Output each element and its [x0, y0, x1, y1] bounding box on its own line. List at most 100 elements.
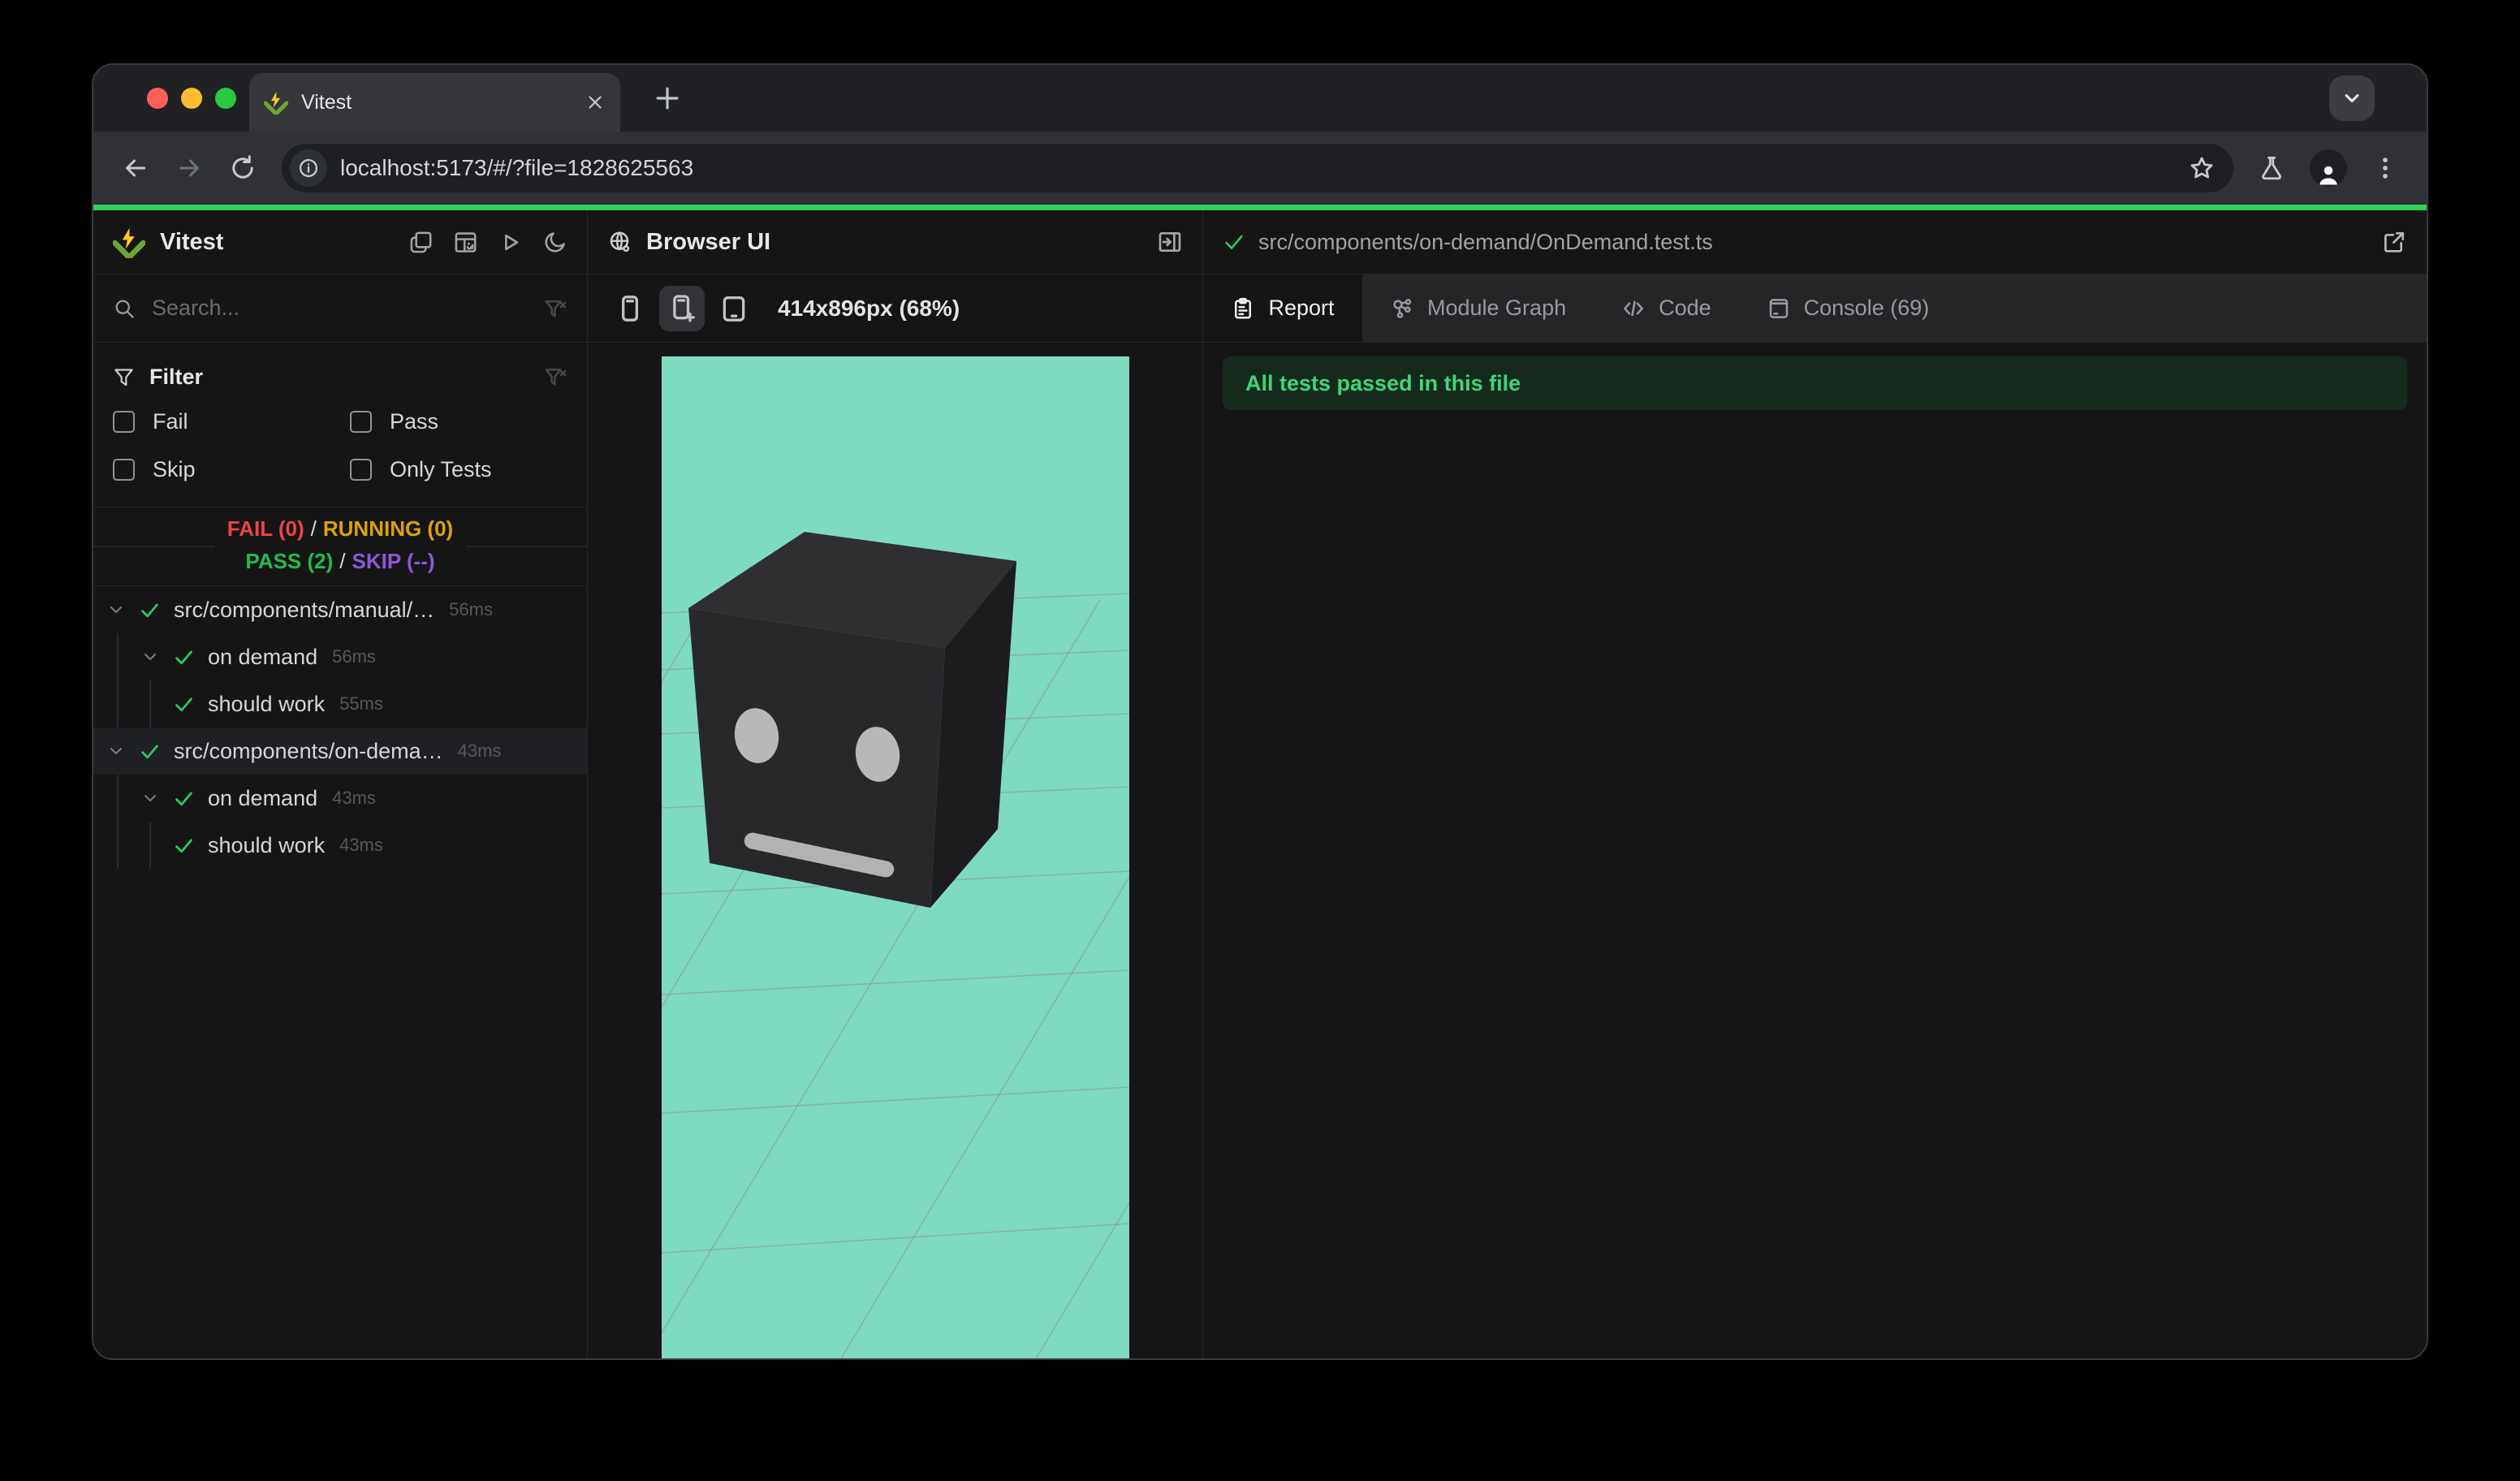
tab-code[interactable]: Code: [1594, 274, 1739, 342]
tablet-icon: [723, 296, 745, 322]
chevron-down-icon[interactable]: [106, 600, 126, 620]
external-link-icon[interactable]: [2381, 229, 2407, 255]
vitest-ui: Vitest F: [93, 210, 2427, 1358]
close-window-button[interactable]: [147, 88, 168, 109]
browser-window: Vitest localhost:5173/#/?file=1828625563: [92, 63, 2428, 1360]
duration: 55ms: [339, 693, 383, 714]
checkbox-pass[interactable]: [350, 411, 372, 433]
browser-ui-panel: Browser UI 414x896px (68%): [588, 210, 1203, 1358]
duration: 56ms: [332, 646, 376, 667]
test-file-row[interactable]: src/components/manual/… 56ms: [93, 586, 587, 633]
device-phone-button[interactable]: [607, 286, 653, 331]
all-passed-banner: All tests passed in this file: [1223, 356, 2407, 410]
minimize-window-button[interactable]: [181, 88, 202, 109]
window-controls: [147, 88, 236, 109]
chevron-down-icon[interactable]: [140, 788, 160, 808]
forward-button[interactable]: [175, 153, 204, 183]
filter-option-skip[interactable]: Skip: [113, 457, 350, 482]
checkbox-fail[interactable]: [113, 411, 135, 433]
module-graph-icon: [1393, 298, 1412, 318]
search-row: [93, 274, 587, 343]
robot-cube: [688, 532, 1016, 908]
test-summary-lines: FAIL (0) / RUNNING (0) PASS (2) / SKIP (--): [214, 512, 467, 577]
3d-robot-scene: [661, 532, 1129, 1358]
flask-icon[interactable]: [2258, 154, 2285, 182]
test-file-row-selected[interactable]: src/components/on-dema… 43ms: [93, 728, 587, 775]
site-info-button[interactable]: [290, 149, 327, 187]
filter-title-row: Filter: [113, 359, 567, 395]
code-icon: [1624, 300, 1643, 316]
duration: 56ms: [449, 599, 493, 620]
tab-search-button[interactable]: [2329, 76, 2375, 121]
summary-line-1: FAIL (0) / RUNNING (0): [227, 516, 454, 541]
tab-title: Vitest: [301, 90, 352, 114]
tested-app-viewport[interactable]: [661, 356, 1129, 1358]
pass-check-icon: [141, 744, 158, 758]
browser-tab-vitest[interactable]: Vitest: [249, 73, 620, 132]
dashboard-icon[interactable]: [453, 230, 478, 255]
close-tab-icon[interactable]: [585, 92, 606, 113]
fail-count: FAIL (0): [227, 516, 304, 541]
reload-button[interactable]: [228, 153, 257, 183]
summary-line-2: PASS (2) / SKIP (--): [245, 549, 435, 573]
funnel-icon: [114, 368, 133, 386]
app-title: Vitest: [160, 228, 224, 255]
report-header: src/components/on-demand/OnDemand.test.t…: [1203, 210, 2427, 274]
filter-option-fail[interactable]: Fail: [113, 409, 350, 434]
chevron-down-icon[interactable]: [106, 741, 126, 761]
sidebar-actions: [408, 230, 567, 255]
vitest-logo: [113, 226, 145, 258]
pass-check-icon: [175, 791, 192, 805]
test-suite-row[interactable]: on demand 56ms: [93, 633, 587, 680]
address-bar[interactable]: localhost:5173/#/?file=1828625563: [282, 144, 2233, 192]
run-all-icon[interactable]: [498, 230, 523, 255]
chevron-down-icon[interactable]: [140, 647, 160, 667]
browser-ui-title: Browser UI: [646, 228, 771, 255]
duration: 43ms: [332, 788, 376, 808]
vitest-favicon: [264, 90, 288, 114]
checkbox-skip[interactable]: [113, 459, 135, 481]
kebab-menu-button[interactable]: [2371, 154, 2399, 182]
report-tabbar: Report Module Graph Code Console (69): [1203, 274, 2427, 343]
skip-count: SKIP (--): [352, 549, 435, 573]
fullscreen-window-button[interactable]: [215, 88, 236, 109]
browser-ui-header: Browser UI: [588, 210, 1202, 274]
bookmark-star-icon[interactable]: [2188, 154, 2216, 182]
filter-option-pass[interactable]: Pass: [350, 409, 567, 434]
profile-avatar[interactable]: [2310, 149, 2347, 187]
dock-right-icon[interactable]: [1157, 229, 1183, 255]
dark-mode-moon-icon[interactable]: [542, 230, 567, 255]
filter-title: Filter: [149, 364, 204, 389]
clear-filter-icon[interactable]: [543, 365, 567, 389]
tab-module-graph[interactable]: Module Graph: [1362, 274, 1594, 342]
viewport-wrap: [588, 343, 1202, 1358]
report-content: All tests passed in this file: [1203, 343, 2427, 1358]
report-panel: src/components/on-demand/OnDemand.test.t…: [1203, 210, 2427, 1358]
filter-option-only-tests[interactable]: Only Tests: [350, 457, 567, 482]
device-tablet-button[interactable]: [711, 286, 757, 331]
tab-console[interactable]: Console (69): [1739, 274, 1957, 342]
test-case-row[interactable]: should work 43ms: [93, 822, 587, 869]
test-case-row[interactable]: should work 55ms: [93, 680, 587, 728]
search-icon: [115, 299, 134, 318]
console-icon: [1769, 298, 1788, 318]
checkbox-only-tests[interactable]: [350, 459, 372, 481]
globe-icon: [610, 231, 630, 253]
clear-filter-icon[interactable]: [543, 296, 567, 321]
back-button[interactable]: [121, 153, 150, 183]
new-tab-button[interactable]: [652, 83, 683, 114]
phone-plus-icon: [673, 294, 695, 322]
filter-panel: Filter Fail Pass Skip Only Tests: [93, 343, 587, 507]
tab-report[interactable]: Report: [1203, 274, 1362, 342]
search-input[interactable]: [152, 296, 543, 321]
collapse-panels-icon[interactable]: [408, 230, 434, 255]
duration: 43ms: [457, 740, 502, 761]
test-file-path: src/components/on-demand/OnDemand.test.t…: [1258, 229, 1713, 254]
duration: 43ms: [339, 835, 383, 855]
test-suite-row[interactable]: on demand 43ms: [93, 775, 587, 822]
device-phone-plus-button[interactable]: [659, 285, 705, 331]
pass-check-icon: [175, 697, 192, 711]
url-text[interactable]: localhost:5173/#/?file=1828625563: [340, 155, 693, 181]
pass-check-icon: [175, 838, 192, 853]
person-icon: [2319, 166, 2337, 185]
